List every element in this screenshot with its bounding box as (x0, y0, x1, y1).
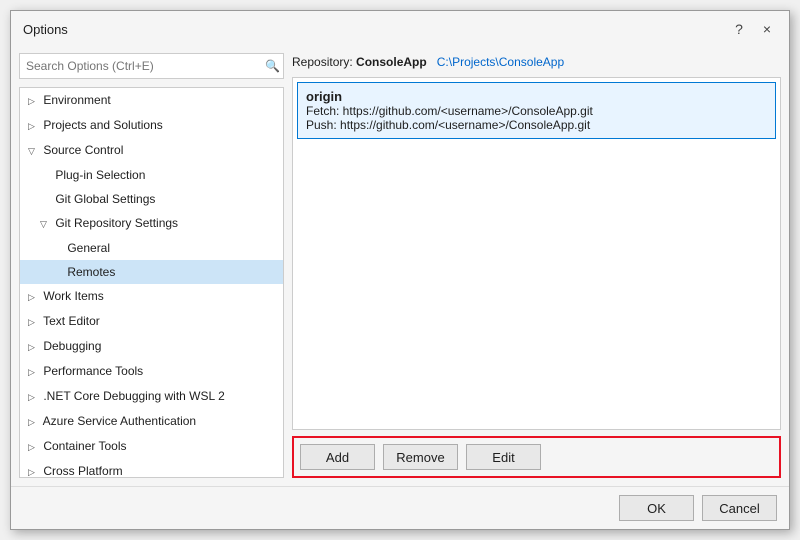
expand-icon-debugging: ▷ (28, 337, 40, 357)
tree-label-container-tools: Container Tools (40, 439, 127, 453)
buttons-area: Add Remove Edit (292, 436, 781, 478)
dialog-body: 🔍 ▷ Environment▷ Projects and Solutions▽… (11, 45, 789, 486)
tree-item-performance-tools[interactable]: ▷ Performance Tools (20, 359, 283, 384)
expand-icon-projects-solutions: ▷ (28, 116, 40, 136)
expand-icon-net-core-debugging: ▷ (28, 387, 40, 407)
remove-button[interactable]: Remove (383, 444, 458, 470)
tree-item-debugging[interactable]: ▷ Debugging (20, 334, 283, 359)
expand-icon-environment: ▷ (28, 91, 40, 111)
tree-label-git-global-settings: Git Global Settings (52, 192, 155, 206)
expand-icon-work-items: ▷ (28, 287, 40, 307)
title-bar-left: Options (23, 22, 68, 37)
tree-label-cross-platform: Cross Platform (40, 464, 123, 478)
search-icon: 🔍 (265, 59, 280, 73)
tree-label-azure-service-auth: Azure Service Authentication (40, 414, 196, 428)
tree-item-source-control[interactable]: ▽ Source Control (20, 138, 283, 163)
cancel-button[interactable]: Cancel (702, 495, 777, 521)
tree-label-plugin-selection: Plug-in Selection (52, 168, 145, 182)
tree-item-projects-solutions[interactable]: ▷ Projects and Solutions (20, 113, 283, 138)
dialog-footer: OK Cancel (11, 486, 789, 529)
repo-label: Repository: (292, 55, 353, 69)
tree-label-debugging: Debugging (40, 339, 101, 353)
close-button[interactable]: × (757, 19, 777, 39)
tree-item-remotes[interactable]: Remotes (20, 260, 283, 284)
tree-item-azure-service-auth[interactable]: ▷ Azure Service Authentication (20, 409, 283, 434)
repo-path: C:\Projects\ConsoleApp (437, 55, 564, 69)
tree-item-cross-platform[interactable]: ▷ Cross Platform (20, 459, 283, 478)
expand-icon-performance-tools: ▷ (28, 362, 40, 382)
ok-button[interactable]: OK (619, 495, 694, 521)
tree-item-git-global-settings[interactable]: Git Global Settings (20, 187, 283, 211)
right-panel: Repository: ConsoleApp C:\Projects\Conso… (292, 53, 781, 478)
title-bar: Options ? × (11, 11, 789, 45)
tree-label-source-control: Source Control (40, 143, 123, 157)
expand-icon-container-tools: ▷ (28, 437, 40, 457)
remote-fetch: Fetch: https://github.com/<username>/Con… (306, 104, 767, 118)
remote-name: origin (306, 89, 767, 104)
tree-label-text-editor: Text Editor (40, 314, 100, 328)
tree-item-git-repo-settings[interactable]: ▽ Git Repository Settings (20, 211, 283, 236)
edit-button[interactable]: Edit (466, 444, 541, 470)
left-panel: 🔍 ▷ Environment▷ Projects and Solutions▽… (19, 53, 284, 478)
tree-container[interactable]: ▷ Environment▷ Projects and Solutions▽ S… (19, 87, 284, 478)
expand-icon-text-editor: ▷ (28, 312, 40, 332)
dialog-title: Options (23, 22, 68, 37)
tree-label-projects-solutions: Projects and Solutions (40, 118, 163, 132)
tree-label-general: General (64, 241, 110, 255)
tree-label-remotes: Remotes (64, 265, 115, 279)
tree-label-environment: Environment (40, 93, 111, 107)
expand-icon-azure-service-auth: ▷ (28, 412, 40, 432)
repo-header: Repository: ConsoleApp C:\Projects\Conso… (292, 53, 781, 71)
expand-icon-cross-platform: ▷ (28, 462, 40, 478)
repo-name: ConsoleApp (356, 55, 427, 69)
tree-label-work-items: Work Items (40, 289, 104, 303)
tree-item-net-core-debugging[interactable]: ▷ .NET Core Debugging with WSL 2 (20, 384, 283, 409)
tree-label-git-repo-settings: Git Repository Settings (52, 216, 178, 230)
tree-item-work-items[interactable]: ▷ Work Items (20, 284, 283, 309)
add-button[interactable]: Add (300, 444, 375, 470)
help-button[interactable]: ? (729, 19, 749, 39)
search-box: 🔍 (19, 53, 284, 79)
tree-item-plugin-selection[interactable]: Plug-in Selection (20, 163, 283, 187)
remote-item-origin[interactable]: originFetch: https://github.com/<usernam… (297, 82, 776, 139)
tree-item-general[interactable]: General (20, 236, 283, 260)
expand-icon-source-control: ▽ (28, 141, 40, 161)
options-dialog: Options ? × 🔍 ▷ Environment▷ Projects an… (10, 10, 790, 530)
remote-push: Push: https://github.com/<username>/Cons… (306, 118, 767, 132)
tree-item-text-editor[interactable]: ▷ Text Editor (20, 309, 283, 334)
tree-item-environment[interactable]: ▷ Environment (20, 88, 283, 113)
tree-item-container-tools[interactable]: ▷ Container Tools (20, 434, 283, 459)
expand-icon-git-repo-settings: ▽ (40, 214, 52, 234)
search-input[interactable] (19, 53, 284, 79)
tree-label-net-core-debugging: .NET Core Debugging with WSL 2 (40, 389, 225, 403)
title-bar-right: ? × (729, 19, 777, 39)
remotes-list[interactable]: originFetch: https://github.com/<usernam… (292, 77, 781, 430)
tree-label-performance-tools: Performance Tools (40, 364, 143, 378)
